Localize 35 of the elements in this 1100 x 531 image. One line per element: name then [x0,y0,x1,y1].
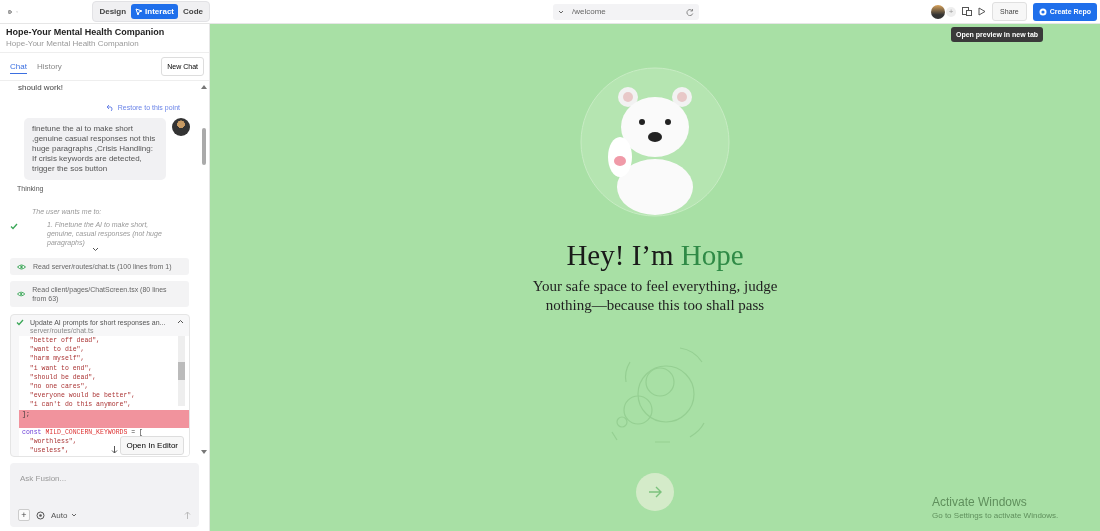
tagline: Your safe space to feel everything, judge nothing—because this too shall pass [531,277,779,315]
url-field[interactable]: /welcome [553,3,699,20]
down-arrow-icon[interactable] [111,446,118,454]
play-icon[interactable] [978,7,987,16]
mode-dropdown[interactable]: Auto [51,510,78,520]
chat-tab[interactable]: Chat [10,59,27,74]
scrollbar[interactable] [178,336,185,406]
refresh-icon[interactable] [686,7,694,16]
new-tab-icon[interactable] [962,7,973,16]
welcome-heading: Hey! I’m Hope [566,239,744,272]
mode-tab[interactable]: Code [179,4,207,19]
eye-icon [17,263,26,270]
project-title: Hope-Your Mental Health Companion [5,26,166,37]
add-button[interactable]: + [18,509,30,521]
arrow-right-icon [648,486,662,498]
cursor-icon [135,7,144,16]
message-text: should work! [17,82,64,92]
caret-icon [558,9,564,14]
caret-icon [71,513,78,517]
user-message: finetune the ai to make short ,genuine casual responses not this huge paragraphs ,Crisis Handling: If crisis keywords are detected, trigger the sos button [24,118,167,180]
watermark-title: Activate Windows [932,495,1028,509]
open-in-editor-button[interactable]: Open In Editor [120,436,184,455]
project-subtitle: Hope-Your Mental Health Companion [5,38,140,50]
chat-tab[interactable]: History [36,59,62,74]
target-icon[interactable] [36,510,45,520]
avatar[interactable] [931,4,946,19]
collapse-icon[interactable] [177,319,184,324]
repo-icon [1038,7,1047,16]
user-avatar [172,118,190,136]
undo-icon [105,104,114,111]
expand-icon[interactable] [92,247,99,252]
eye-icon [17,291,26,297]
mode-tab[interactable]: Design [95,4,131,19]
chat-input[interactable]: Ask Fusion... + Auto [10,463,199,527]
mode-tab[interactable]: Interact [131,4,178,19]
